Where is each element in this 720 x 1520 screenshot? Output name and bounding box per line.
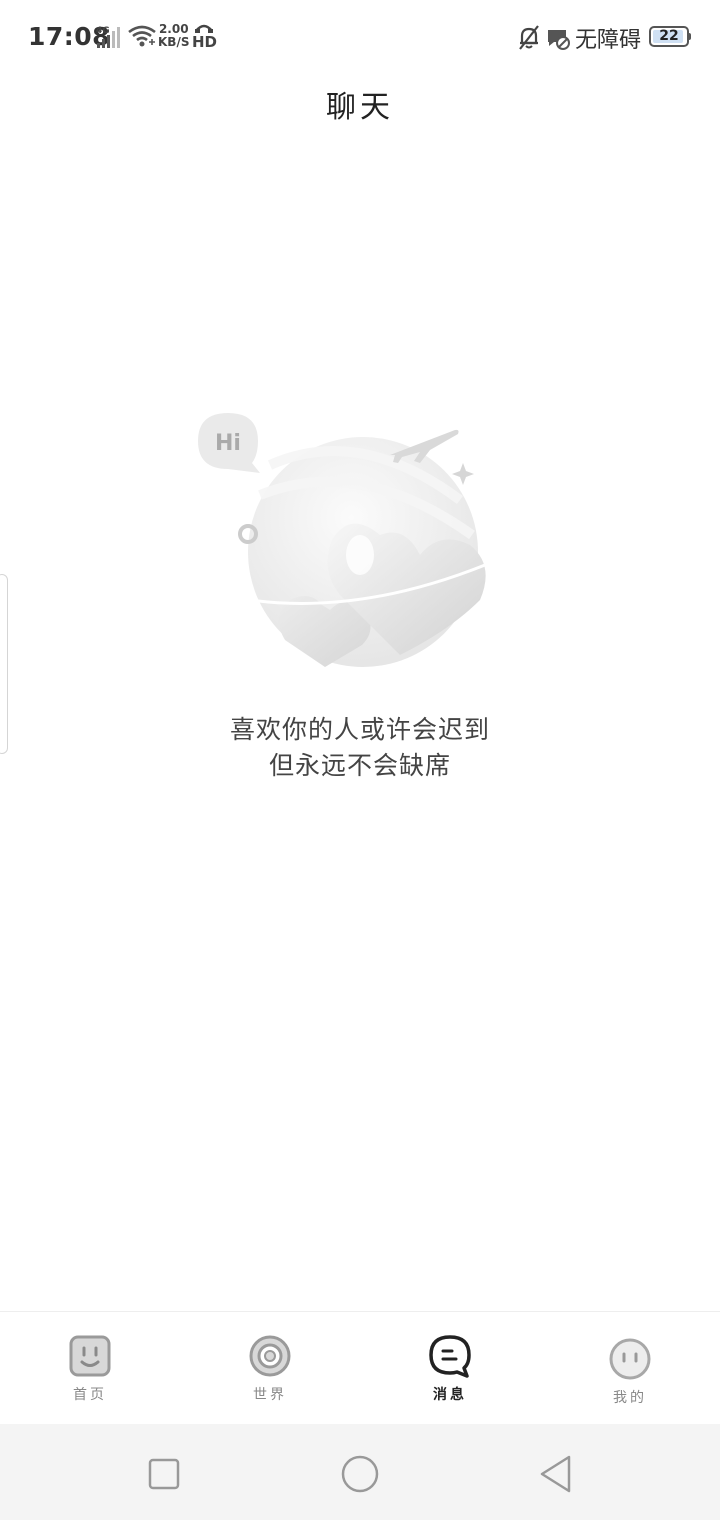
battery-tip [688, 33, 691, 40]
nav-label-home: 首页 [73, 1387, 107, 1403]
hd-label: HD [192, 33, 218, 51]
empty-state-line-1: 喜欢你的人或许会迟到 [229, 715, 490, 744]
hi-bubble-text: Hi [215, 431, 241, 456]
world-circle-icon [249, 1335, 291, 1377]
recent-apps-icon[interactable] [142, 1452, 186, 1496]
sparkle-shape [452, 463, 474, 485]
profile-face-icon [609, 1338, 651, 1380]
nav-item-messages[interactable]: 消息 [360, 1312, 540, 1425]
phone-icon [195, 24, 213, 33]
nav-label-messages: 消息 [433, 1387, 467, 1403]
network-type-label: 4G [96, 26, 110, 36]
message-bubble-icon [429, 1335, 471, 1378]
home-face-icon [69, 1335, 111, 1377]
nav-item-world[interactable]: 世界 [180, 1312, 360, 1425]
battery-level: 22 [659, 28, 679, 44]
system-navigation-bar [0, 1424, 720, 1520]
empty-chat-illustration: Hi [198, 413, 486, 667]
nav-item-profile[interactable]: 我的 [540, 1312, 720, 1425]
page-title: 聊天 [326, 90, 394, 125]
status-bar: 17:08 4G 2.00 KB/S HD 无障碍 22 [0, 0, 720, 72]
bottom-navigation: 首页 世界 消息 我的 [0, 1311, 720, 1424]
hd-voice-indicator: HD [192, 23, 218, 51]
back-triangle-icon[interactable] [534, 1452, 578, 1496]
empty-state-line-2: 但永远不会缺席 [268, 751, 451, 780]
nav-item-home[interactable]: 首页 [0, 1312, 180, 1425]
cellular-signal-icon: 4G [96, 26, 120, 48]
nav-label-profile: 我的 [613, 1390, 647, 1406]
network-speed-unit: KB/S [158, 35, 190, 49]
battery-icon: 22 [649, 26, 689, 47]
nav-label-world: 世界 [253, 1387, 287, 1403]
home-circle-icon[interactable] [338, 1452, 382, 1496]
message-blocked-icon [548, 30, 570, 50]
network-speed: 2.00 KB/S [158, 23, 189, 49]
bell-muted-icon [519, 25, 539, 50]
accessibility-label: 无障碍 [575, 28, 642, 53]
wifi-icon [128, 25, 156, 47]
